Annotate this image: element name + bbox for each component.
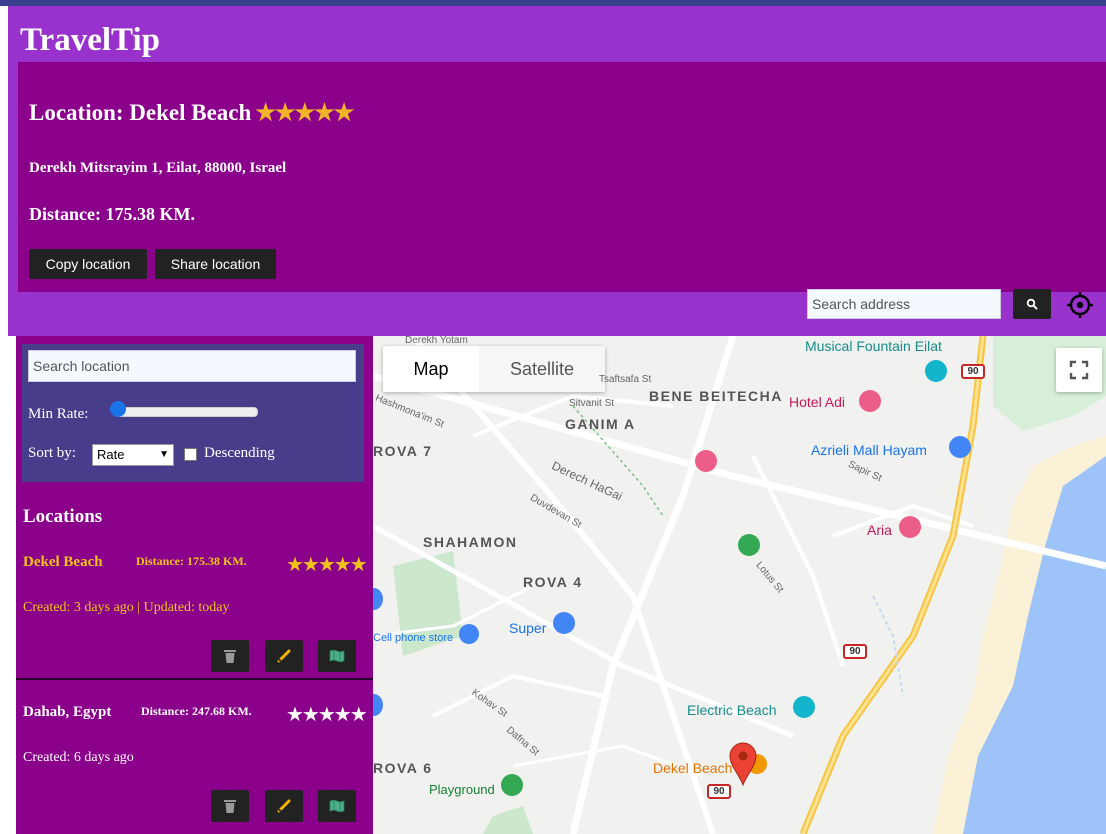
- map-label-musical-fountain: Musical Fountain Eilat: [805, 338, 942, 354]
- app-header: TravelTip Location: Dekel Beach ★★★★★ Der…: [8, 6, 1106, 336]
- map-icon: [329, 649, 345, 663]
- map-label-rova-6: ROVA 6: [373, 760, 433, 776]
- view-on-map-button[interactable]: [318, 640, 356, 672]
- search-icon: [1026, 298, 1038, 310]
- map-label-playground: Playground: [429, 782, 495, 797]
- map-type-satellite-button[interactable]: Satellite: [479, 346, 605, 392]
- descending-label: Descending: [204, 445, 275, 461]
- min-rate-slider-thumb[interactable]: [110, 401, 126, 417]
- map-label-sitvanit: Sitvanit St: [569, 398, 615, 409]
- pencil-icon: [277, 799, 291, 813]
- location-distance: Distance: 175.38 KM.: [29, 204, 195, 224]
- sort-by-selected-value: Rate: [97, 447, 125, 462]
- map-label-aria: Aria: [867, 522, 892, 538]
- descending-checkbox[interactable]: [184, 448, 197, 461]
- location-item-dates: Created: 3 days ago | Updated: today: [23, 600, 230, 615]
- view-on-map-button[interactable]: [318, 790, 356, 822]
- chevron-down-icon: ▼: [159, 449, 169, 460]
- min-rate-label: Min Rate:: [28, 406, 89, 422]
- map-type-map-button[interactable]: Map: [383, 346, 479, 392]
- edit-location-button[interactable]: [265, 790, 303, 822]
- map-label-electric-beach: Electric Beach: [687, 702, 777, 718]
- hotel-pin-icon[interactable]: [899, 516, 921, 538]
- hotel-pin-icon[interactable]: [859, 390, 881, 412]
- locations-sidebar: Min Rate: Sort by: Rate ▼ Descending Loc…: [16, 336, 373, 834]
- location-item-name: Dekel Beach: [23, 554, 103, 570]
- pencil-icon: [277, 649, 291, 663]
- location-title-text: Location: Dekel Beach: [29, 100, 252, 125]
- selected-location-card: Location: Dekel Beach ★★★★★ Derekh Mitsra…: [18, 62, 1106, 292]
- map-label-rova-4: ROVA 4: [523, 574, 583, 590]
- share-location-button[interactable]: Share location: [155, 249, 276, 279]
- location-item-name: Dahab, Egypt: [23, 704, 112, 720]
- route-90-shield: 90: [843, 644, 867, 659]
- my-location-button[interactable]: [1066, 291, 1094, 319]
- map-type-control: Map Satellite: [383, 346, 605, 392]
- location-item-distance: Distance: 247.68 KM.: [141, 704, 252, 718]
- search-address-input[interactable]: [807, 289, 1001, 319]
- edit-location-button[interactable]: [265, 640, 303, 672]
- delete-location-button[interactable]: [211, 790, 249, 822]
- locations-heading: Locations: [23, 506, 103, 527]
- map-label-saftsafa: Tsaftsafa St: [599, 374, 652, 385]
- google-map[interactable]: Map Satellite Derekh Yotam Musical Fount…: [373, 336, 1106, 834]
- map-label-super: Super: [509, 620, 547, 636]
- location-item-stars: ★★★★★: [286, 554, 368, 576]
- camera-pin-icon[interactable]: [925, 360, 947, 382]
- map-label-rova-7: ROVA 7: [373, 443, 433, 459]
- shopping-pin-icon[interactable]: [553, 612, 575, 634]
- map-label-hotel-adi: Hotel Adi: [789, 394, 846, 410]
- location-item-dates: Created: 6 days ago: [23, 750, 134, 765]
- map-icon: [329, 799, 345, 813]
- location-title: Location: Dekel Beach ★★★★★: [29, 100, 354, 126]
- fullscreen-button[interactable]: [1056, 348, 1102, 392]
- location-list-item[interactable]: Dahab, Egypt Distance: 247.68 KM. ★★★★★ …: [16, 692, 373, 834]
- green-pin-icon[interactable]: [738, 534, 760, 556]
- map-label-bene-beitecha: BENE BEITECHA: [649, 388, 783, 404]
- search-address-button[interactable]: [1013, 289, 1051, 319]
- map-label-cell-phone-store: Cell phone store: [373, 632, 454, 644]
- map-label-ganim-a: GANIM A: [565, 416, 636, 432]
- map-label-derekh-yotam: Derekh Yotam: [405, 336, 468, 346]
- route-90-shield: 90: [707, 784, 731, 799]
- sort-by-select[interactable]: Rate ▼: [92, 444, 174, 466]
- filters-panel: Min Rate: Sort by: Rate ▼ Descending: [22, 344, 364, 482]
- shopping-pin-icon[interactable]: [949, 436, 971, 458]
- park-pin-icon[interactable]: [501, 774, 523, 796]
- shopping-pin-icon[interactable]: [459, 624, 479, 644]
- location-item-stars: ★★★★★: [286, 704, 368, 726]
- crosshair-icon: [1067, 292, 1093, 318]
- hotel-pin-icon[interactable]: [695, 450, 717, 472]
- map-label-shahamon: SHAHAMON: [423, 534, 518, 550]
- delete-location-button[interactable]: [211, 640, 249, 672]
- min-rate-slider-track[interactable]: [114, 407, 258, 417]
- copy-location-button[interactable]: Copy location: [29, 249, 147, 279]
- route-90-shield: 90: [961, 364, 985, 379]
- location-item-distance: Distance: 175.38 KM.: [136, 554, 247, 568]
- trash-icon: [224, 800, 236, 813]
- search-location-input[interactable]: [28, 350, 356, 382]
- sort-by-label: Sort by:: [28, 445, 76, 461]
- location-list-item[interactable]: Dekel Beach Distance: 175.38 KM. ★★★★★ C…: [16, 542, 373, 680]
- camera-pin-icon[interactable]: [793, 696, 815, 718]
- location-marker-icon[interactable]: [729, 742, 757, 786]
- fullscreen-icon: [1069, 360, 1089, 380]
- map-label-azrieli: Azrieli Mall Hayam: [811, 442, 927, 458]
- trash-icon: [224, 650, 236, 663]
- app-title: TravelTip: [20, 22, 160, 58]
- location-rating-stars: ★★★★★: [255, 100, 354, 125]
- location-address: Derekh Mitsrayim 1, Eilat, 88000, Israel: [29, 160, 287, 176]
- map-label-dekel-beach: Dekel Beach: [653, 760, 733, 776]
